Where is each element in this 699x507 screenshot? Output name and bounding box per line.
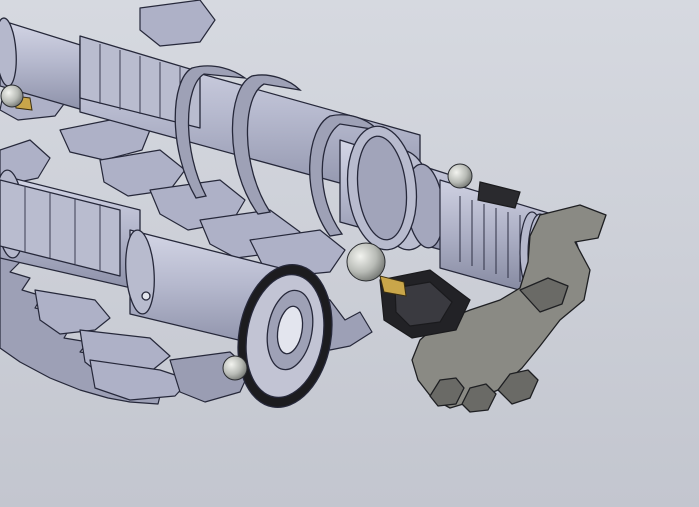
cad-viewport[interactable]: [0, 0, 699, 507]
gearbox-assembly-render[interactable]: [0, 0, 699, 507]
